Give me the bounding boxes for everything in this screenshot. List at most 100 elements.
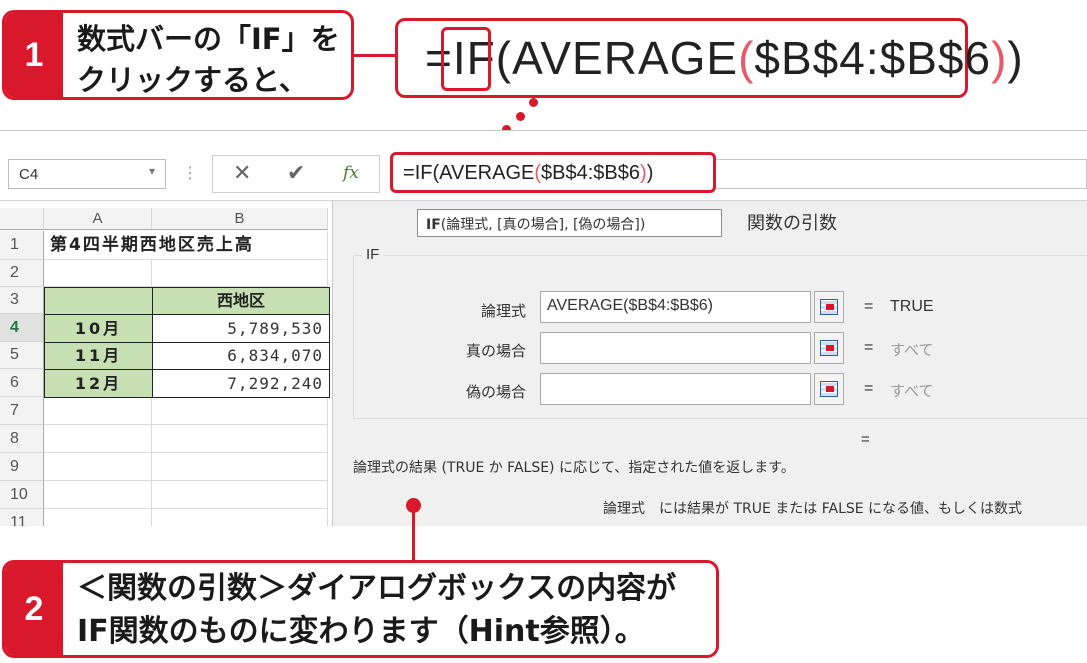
cell[interactable] xyxy=(44,481,152,509)
cancel-icon[interactable]: ✕ xyxy=(233,161,251,186)
step-1-callout: 1 数式バーの「IF」を クリックすると、 xyxy=(2,10,354,100)
function-description: 論理式の結果 (TRUE か FALSE) に応じて、指定された値を返します。 xyxy=(353,460,795,476)
name-box-value: C4 xyxy=(19,166,39,183)
formula-result-equals: = xyxy=(861,431,870,448)
month-cell[interactable]: 12月 xyxy=(44,369,153,398)
cell[interactable] xyxy=(152,481,328,509)
range-select-icon xyxy=(820,340,838,356)
row-header[interactable]: 1 xyxy=(0,231,44,260)
zoomed-formula-panel: =IF(AVERAGE($B$4:$B$6)) xyxy=(395,18,1023,98)
range-select-icon xyxy=(820,381,838,397)
argument-description-name: 論理式 xyxy=(603,501,645,517)
cell[interactable] xyxy=(44,397,152,425)
row-header[interactable]: 6 xyxy=(0,369,44,397)
cell[interactable] xyxy=(44,425,152,453)
sheet-title-cell[interactable]: 第4四半期西地区売上高 xyxy=(44,231,330,260)
function-arguments-group: IF 論理式 AVERAGE($B$4:$B$6) = TRUE 真の場合 = … xyxy=(353,246,1087,419)
dialog-title: 関数の引数 xyxy=(747,213,837,234)
column-header-a[interactable]: A xyxy=(44,208,152,230)
arg-result-value: すべて xyxy=(890,341,934,359)
collapse-dialog-button[interactable] xyxy=(814,373,844,405)
connector-dot xyxy=(516,112,525,121)
name-box[interactable]: C4 ▾ xyxy=(8,159,166,189)
row-header[interactable]: 7 xyxy=(0,397,44,425)
row-header[interactable]: 10 xyxy=(0,481,44,509)
formula-if-function[interactable]: IF xyxy=(415,162,433,184)
cell[interactable] xyxy=(152,453,328,481)
arg-equals: = xyxy=(864,380,874,397)
range-select-icon xyxy=(820,299,838,315)
function-name-label: IF xyxy=(362,246,384,263)
connector-dot xyxy=(529,98,538,107)
argument-description: 論理式 には結果が TRUE または FALSE になる値、もしくは数式 xyxy=(603,498,1022,518)
cell[interactable] xyxy=(152,509,328,526)
month-cell[interactable]: 11月 xyxy=(44,342,153,370)
arg-label-logical-test: 論理式 xyxy=(480,302,526,320)
step-2-text: ＜関数の引数＞ダイアログボックスの内容が IF関数のものに変わります（Hint参… xyxy=(77,571,677,649)
step-1-text: 数式バーの「IF」を クリックすると、 xyxy=(77,22,340,97)
zoomed-inner-open: ( xyxy=(738,32,755,84)
select-all-corner[interactable] xyxy=(0,208,44,230)
tooltip-arguments: (論理式, [真の場合], [偽の場合]) xyxy=(440,217,646,233)
month-cell[interactable]: 10月 xyxy=(44,314,153,343)
value-if-false-input[interactable] xyxy=(540,373,811,405)
zoomed-close-paren: ) xyxy=(1007,32,1024,84)
formula-input-extension[interactable] xyxy=(716,159,1087,189)
connector-line xyxy=(412,506,415,562)
sales-value-cell[interactable]: 6,834,070 xyxy=(152,342,330,370)
zoomed-range: $B$4:$B$6 xyxy=(754,32,992,84)
tooltip-function-name[interactable]: IF xyxy=(426,217,441,233)
zoomed-inner-function: AVERAGE xyxy=(512,32,739,84)
argument-description-text: には結果が TRUE または FALSE になる値、もしくは数式 xyxy=(659,501,1023,517)
cell[interactable] xyxy=(152,397,328,425)
sales-value-cell[interactable]: 7,292,240 xyxy=(152,369,330,398)
worksheet-grid: A B 1 2 3 4 5 6 7 8 9 10 11 第4四半期西地区売上高 … xyxy=(0,201,330,526)
row-header[interactable]: 2 xyxy=(0,260,44,287)
cell[interactable] xyxy=(152,260,328,287)
header-cell-west-region[interactable]: 西地区 xyxy=(152,287,330,315)
excel-window: C4 ▾ ⋮ ✕ ✔ fx =IF(AVERAGE($B$4:$B$6)) A … xyxy=(0,130,1087,526)
formula-eq: = xyxy=(403,162,415,184)
zoomed-open-paren: ( xyxy=(495,32,513,84)
collapse-dialog-button[interactable] xyxy=(814,291,844,323)
enter-check-icon[interactable]: ✔ xyxy=(287,161,305,186)
column-header-b[interactable]: B xyxy=(152,208,328,230)
formula-close-paren: ) xyxy=(646,162,654,184)
formula-bar: C4 ▾ ⋮ ✕ ✔ fx =IF(AVERAGE($B$4:$B$6)) xyxy=(0,131,1087,201)
zoomed-if-highlight xyxy=(441,27,491,91)
cell[interactable] xyxy=(152,425,328,453)
arg-label-value-if-true: 真の場合 xyxy=(465,342,526,360)
header-cell-a3[interactable] xyxy=(44,287,153,315)
row-header[interactable]: 9 xyxy=(0,453,44,481)
formula-bar-buttons: ✕ ✔ fx xyxy=(212,155,380,193)
step-1-number: 1 xyxy=(5,13,63,97)
arg-result-value: すべて xyxy=(890,382,934,400)
value-if-true-input[interactable] xyxy=(540,332,811,364)
arg-equals: = xyxy=(864,298,874,315)
zoomed-inner-close: ) xyxy=(991,32,1008,84)
formula-input[interactable]: =IF(AVERAGE($B$4:$B$6)) xyxy=(390,152,716,193)
function-syntax-tooltip: IF(論理式, [真の場合], [偽の場合]) xyxy=(417,209,722,237)
zoomed-formula-text: =IF(AVERAGE($B$4:$B$6)) xyxy=(425,31,1024,85)
cell[interactable] xyxy=(44,509,152,526)
collapse-dialog-button[interactable] xyxy=(814,332,844,364)
logical-test-input[interactable]: AVERAGE($B$4:$B$6) xyxy=(540,291,811,323)
formula-inner-function[interactable]: AVERAGE xyxy=(439,162,534,184)
row-header-active[interactable]: 4 xyxy=(0,314,44,342)
formula-range: $B$4:$B$6 xyxy=(541,162,641,184)
row-header[interactable]: 3 xyxy=(0,287,44,314)
chevron-down-icon[interactable]: ▾ xyxy=(149,164,155,178)
step-2-callout: 2 ＜関数の引数＞ダイアログボックスの内容が IF関数のものに変わります（Hin… xyxy=(2,560,719,658)
cell[interactable] xyxy=(44,260,152,287)
row-header[interactable]: 5 xyxy=(0,342,44,369)
sales-value-cell[interactable]: 5,789,530 xyxy=(152,314,330,343)
arg-equals: = xyxy=(864,339,874,356)
cell[interactable] xyxy=(44,453,152,481)
function-arguments-dialog: IF(論理式, [真の場合], [偽の場合]) 関数の引数 IF 論理式 AVE… xyxy=(332,201,1087,526)
formula-input-text: =IF(AVERAGE($B$4:$B$6)) xyxy=(403,162,653,185)
row-header[interactable]: 11 xyxy=(0,509,44,526)
arg-label-value-if-false: 偽の場合 xyxy=(465,383,526,401)
formula-bar-separator: ⋮ xyxy=(182,163,198,182)
insert-function-icon[interactable]: fx xyxy=(343,163,359,183)
row-header[interactable]: 8 xyxy=(0,425,44,453)
